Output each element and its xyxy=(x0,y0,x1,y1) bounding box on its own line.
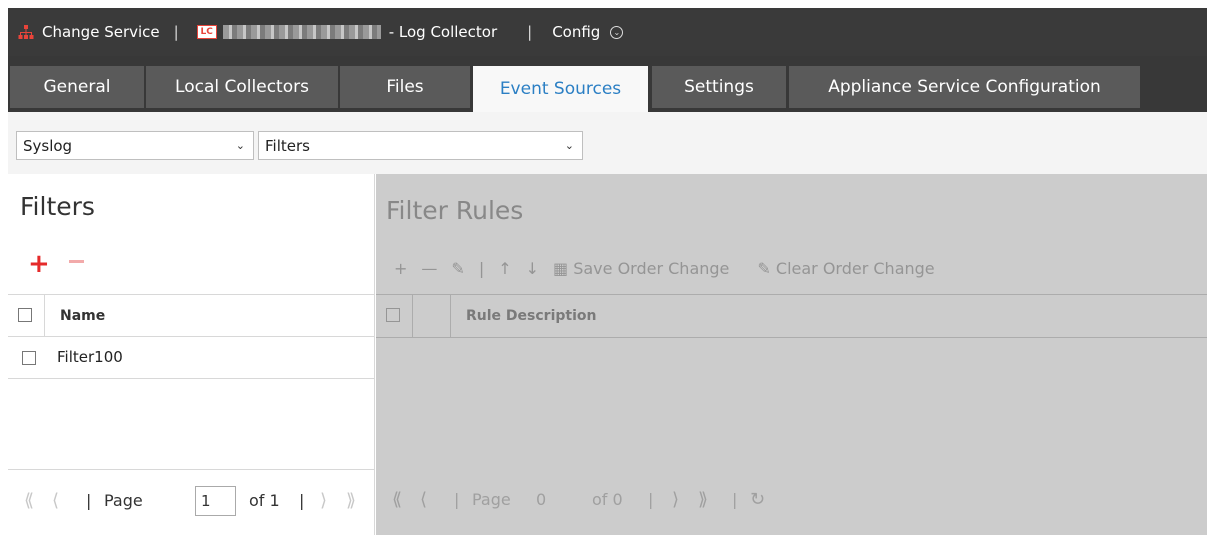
filter-rules-panel: Filter Rules + — ✎ | ↑ ↓ ▦ Save Order Ch… xyxy=(376,174,1207,535)
page-count: of 1 xyxy=(249,491,280,510)
rules-table-header: Rule Description xyxy=(376,294,1207,338)
page-label: Page xyxy=(472,490,511,509)
prev-page-icon[interactable]: ⟨ xyxy=(52,490,59,511)
arrow-up-icon[interactable]: ↑ xyxy=(498,259,511,278)
name-column-header[interactable]: Name xyxy=(60,308,105,324)
last-page-icon[interactable]: ⟫ xyxy=(346,490,356,511)
separator: | xyxy=(527,23,533,41)
page-number-input[interactable]: 0 xyxy=(536,490,546,509)
rules-pager: ⟪ ⟨ | Page 0 of 0 | ⟩ ⟫ | ↻ xyxy=(376,469,1207,535)
pager-separator: | xyxy=(454,490,460,509)
add-rule-icon[interactable]: + xyxy=(394,259,407,278)
filters-panel: Filters + Name Filter100 ⟪ ⟨ | Page 1 of… xyxy=(8,174,375,535)
column-divider xyxy=(450,295,451,337)
filter-rules-title: Filter Rules xyxy=(386,196,524,225)
page-label: Page xyxy=(104,491,143,510)
config-menu[interactable]: Config ⌄ xyxy=(552,23,624,41)
event-source-type-value: Syslog xyxy=(23,136,73,155)
pager-separator: | xyxy=(732,490,738,509)
chevron-down-circle-icon: ⌄ xyxy=(610,25,624,39)
first-page-icon[interactable]: ⟪ xyxy=(24,490,34,511)
tab-local-collectors[interactable]: Local Collectors xyxy=(146,66,338,108)
tab-general[interactable]: General xyxy=(10,66,144,108)
separator: | xyxy=(173,23,179,41)
clear-order-button[interactable]: ✎ Clear Order Change xyxy=(757,259,948,278)
table-row[interactable]: Filter100 xyxy=(8,337,375,379)
service-suffix: - Log Collector xyxy=(388,23,498,41)
next-page-icon[interactable]: ⟩ xyxy=(320,490,327,511)
filters-table-header: Name xyxy=(8,294,375,337)
change-service-label: Change Service xyxy=(42,23,160,41)
remove-rule-icon[interactable]: — xyxy=(421,259,437,278)
save-order-button[interactable]: ▦ Save Order Change xyxy=(553,259,743,278)
last-page-icon[interactable]: ⟫ xyxy=(698,489,708,510)
edit-icon[interactable]: ✎ xyxy=(451,259,464,278)
filter-name: Filter100 xyxy=(57,348,123,366)
chevron-down-icon: ⌄ xyxy=(564,139,574,152)
redacted-hostname xyxy=(222,25,381,39)
view-select[interactable]: Filters ⌄ xyxy=(258,131,583,160)
tab-bar: General Local Collectors Files Event Sou… xyxy=(8,56,1207,112)
page-count: of 0 xyxy=(592,490,623,509)
pager-separator: | xyxy=(299,491,305,510)
remove-icon[interactable] xyxy=(69,260,84,263)
arrow-down-icon[interactable]: ↓ xyxy=(526,259,539,278)
rules-toolbar: + — ✎ | ↑ ↓ ▦ Save Order Change ✎ Clear … xyxy=(394,259,963,278)
column-divider xyxy=(44,295,45,336)
tab-event-sources[interactable]: Event Sources xyxy=(473,66,648,112)
top-bar: Change Service | LC - Log Collector | Co… xyxy=(8,8,1207,56)
source-selector-bar: Syslog ⌄ Filters ⌄ xyxy=(8,112,1207,174)
select-all-checkbox[interactable] xyxy=(18,308,32,322)
column-divider xyxy=(412,295,413,337)
select-all-rules-checkbox[interactable] xyxy=(386,308,400,322)
pager-separator: | xyxy=(86,491,92,510)
clear-order-label: Clear Order Change xyxy=(775,259,935,278)
pager-separator: | xyxy=(648,490,654,509)
prev-page-icon[interactable]: ⟨ xyxy=(420,489,427,510)
add-icon[interactable]: + xyxy=(28,251,50,277)
page-number-input[interactable]: 1 xyxy=(195,486,236,516)
config-label: Config xyxy=(552,23,601,41)
filters-pager: ⟪ ⟨ | Page 1 of 1 | ⟩ ⟫ xyxy=(8,469,375,535)
save-order-label: Save Order Change xyxy=(573,259,730,278)
tab-files[interactable]: Files xyxy=(340,66,470,108)
toolbar-separator: | xyxy=(478,259,485,278)
tab-appliance-service-configuration[interactable]: Appliance Service Configuration xyxy=(789,66,1140,108)
row-checkbox[interactable] xyxy=(22,351,36,365)
refresh-icon[interactable]: ↻ xyxy=(750,489,765,510)
chevron-down-icon: ⌄ xyxy=(235,139,245,152)
rule-description-column-header[interactable]: Rule Description xyxy=(466,308,596,324)
event-source-type-select[interactable]: Syslog ⌄ xyxy=(16,131,254,160)
filters-title: Filters xyxy=(20,192,95,221)
tab-settings[interactable]: Settings xyxy=(652,66,786,108)
network-icon xyxy=(18,24,34,40)
change-service-button[interactable]: Change Service xyxy=(8,23,160,41)
first-page-icon[interactable]: ⟪ xyxy=(392,489,402,510)
service-name: LC - Log Collector xyxy=(196,23,498,41)
view-select-value: Filters xyxy=(265,136,310,155)
next-page-icon[interactable]: ⟩ xyxy=(672,489,679,510)
lc-icon: LC xyxy=(196,25,217,39)
